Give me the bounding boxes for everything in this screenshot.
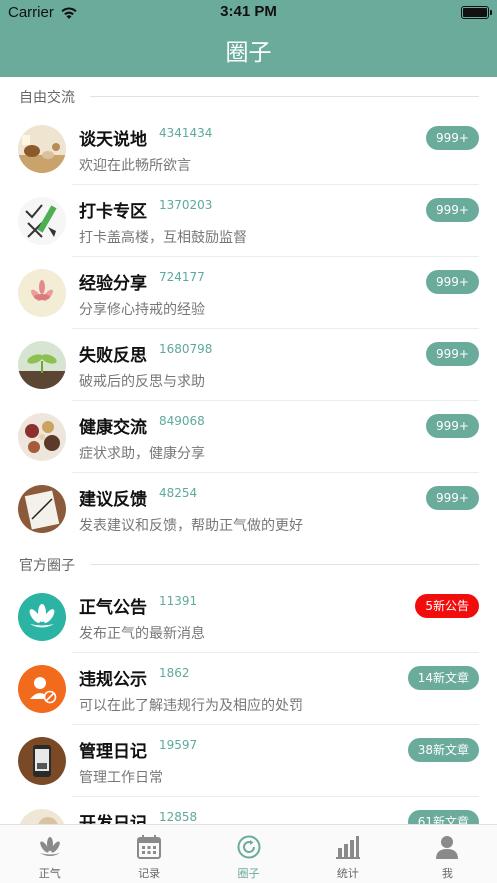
circle-refresh-icon bbox=[237, 835, 261, 859]
user-banned-avatar bbox=[18, 665, 66, 713]
group-title: 打卡专区 bbox=[79, 202, 147, 222]
group-title: 谈天说地 bbox=[79, 130, 147, 150]
unread-badge: 999+ bbox=[426, 270, 479, 294]
group-description: 发布正气的最新消息 bbox=[79, 626, 205, 642]
member-count: 4341434 bbox=[159, 126, 213, 140]
group-row[interactable]: 违规公示 1862 可以在此了解违规行为及相应的处罚 14新文章 bbox=[0, 653, 497, 725]
lotus-icon bbox=[39, 837, 60, 856]
tab-me[interactable]: 我 bbox=[398, 825, 497, 883]
bar-chart-icon bbox=[335, 836, 360, 859]
group-title: 经验分享 bbox=[79, 274, 147, 294]
group-title: 正气公告 bbox=[79, 598, 147, 618]
tab-label: 我 bbox=[441, 867, 453, 880]
unread-badge: 5新公告 bbox=[415, 594, 479, 618]
section-header-free: 自由交流 bbox=[0, 77, 497, 113]
unread-badge: 999+ bbox=[426, 486, 479, 510]
group-title: 开发日记 bbox=[79, 814, 147, 824]
tab-zhengqi[interactable]: 正气 bbox=[0, 825, 99, 883]
member-count: 1370203 bbox=[159, 198, 213, 212]
group-row[interactable]: 谈天说地 4341434 欢迎在此畅所欲言 999+ bbox=[0, 113, 497, 185]
tab-circles[interactable]: 圈子 bbox=[199, 825, 298, 883]
group-row[interactable]: 正气公告 11391 发布正气的最新消息 5新公告 bbox=[0, 581, 497, 653]
member-count: 19597 bbox=[159, 738, 198, 752]
checklist-avatar bbox=[18, 197, 66, 245]
lotus-painting-avatar bbox=[18, 269, 66, 317]
navigation-header: Carrier 3:41 PM 圈子 bbox=[0, 0, 497, 77]
group-description: 管理工作日常 bbox=[79, 770, 163, 786]
unread-badge: 999+ bbox=[426, 342, 479, 366]
tab-label: 圈子 bbox=[237, 867, 260, 880]
tab-stats[interactable]: 统计 bbox=[298, 825, 397, 883]
group-row[interactable]: 健康交流 849068 症状求助，健康分享 999+ bbox=[0, 401, 497, 473]
phone-avatar bbox=[18, 737, 66, 785]
herbs-avatar bbox=[18, 413, 66, 461]
member-count: 12858 bbox=[159, 810, 198, 824]
member-count: 1862 bbox=[159, 666, 190, 680]
status-time: 3:41 PM bbox=[220, 3, 277, 20]
sprout-avatar bbox=[18, 341, 66, 389]
group-title: 违规公示 bbox=[79, 670, 147, 690]
member-count: 849068 bbox=[159, 414, 205, 428]
group-row[interactable]: 建议反馈 48254 发表建议和反馈，帮助正气做的更好 999+ bbox=[0, 473, 497, 545]
unread-badge: 61新文章 bbox=[407, 810, 479, 824]
group-description: 症状求助，健康分享 bbox=[79, 446, 205, 462]
tab-label: 统计 bbox=[336, 867, 359, 880]
group-description: 欢迎在此畅所欲言 bbox=[79, 158, 191, 174]
status-bar: Carrier 3:41 PM bbox=[0, 0, 497, 26]
member-count: 48254 bbox=[159, 486, 198, 500]
group-title: 健康交流 bbox=[79, 418, 147, 438]
notebook-avatar bbox=[18, 485, 66, 533]
tab-label: 正气 bbox=[38, 867, 61, 880]
person-icon bbox=[436, 836, 459, 859]
unread-badge: 999+ bbox=[426, 126, 479, 150]
member-count: 724177 bbox=[159, 270, 205, 284]
group-row[interactable]: 打卡专区 1370203 打卡盖高楼，互相鼓励监督 999+ bbox=[0, 185, 497, 257]
member-count: 11391 bbox=[159, 594, 198, 608]
group-row[interactable]: 开发日记 12858 61新文章 bbox=[0, 797, 497, 824]
group-list[interactable]: 自由交流 谈天说地 4341434 欢迎在此畅所欲言 999+ 打卡专区 137… bbox=[0, 77, 497, 824]
member-count: 1680798 bbox=[159, 342, 213, 356]
unread-badge: 38新文章 bbox=[407, 738, 479, 762]
group-row[interactable]: 失败反思 1680798 破戒后的反思与求助 999+ bbox=[0, 329, 497, 401]
battery-icon bbox=[461, 6, 492, 19]
dev-avatar bbox=[18, 809, 66, 824]
unread-badge: 999+ bbox=[426, 198, 479, 222]
section-title: 自由交流 bbox=[19, 87, 81, 107]
section-header-official: 官方圈子 bbox=[0, 545, 497, 581]
group-description: 破戒后的反思与求助 bbox=[79, 374, 205, 390]
group-description: 打卡盖高楼，互相鼓励监督 bbox=[79, 230, 247, 246]
group-description: 可以在此了解违规行为及相应的处罚 bbox=[79, 698, 303, 714]
group-row[interactable]: 经验分享 724177 分享修心持戒的经验 999+ bbox=[0, 257, 497, 329]
calendar-icon bbox=[137, 835, 162, 859]
group-description: 发表建议和反馈，帮助正气做的更好 bbox=[79, 518, 303, 534]
group-title: 失败反思 bbox=[79, 346, 147, 366]
group-description: 分享修心持戒的经验 bbox=[79, 302, 205, 318]
tab-records[interactable]: 记录 bbox=[99, 825, 198, 883]
unread-badge: 999+ bbox=[426, 414, 479, 438]
group-title: 管理日记 bbox=[79, 742, 147, 762]
page-title: 圈子 bbox=[225, 40, 272, 66]
group-row[interactable]: 管理日记 19597 管理工作日常 38新文章 bbox=[0, 725, 497, 797]
tab-label: 记录 bbox=[138, 867, 161, 880]
unread-badge: 14新文章 bbox=[407, 666, 479, 690]
lotus-logo-avatar bbox=[18, 593, 66, 641]
tab-bar: 正气 记录 圈子 统计 我 bbox=[0, 824, 497, 883]
tea-set-avatar bbox=[18, 125, 66, 173]
group-title: 建议反馈 bbox=[79, 490, 147, 510]
section-title: 官方圈子 bbox=[19, 555, 81, 575]
